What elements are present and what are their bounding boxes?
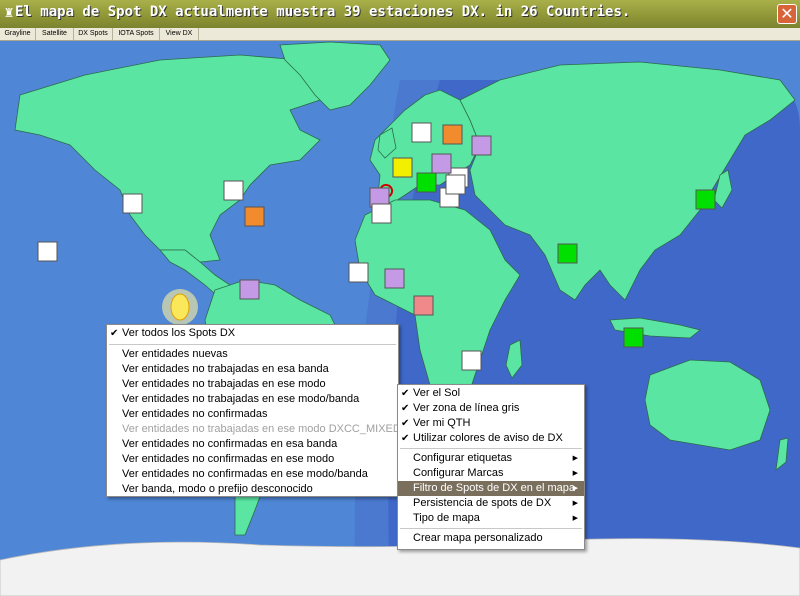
dx-spot-marker[interactable] (623, 327, 644, 348)
menu-item-no-confirmadas[interactable]: Ver entidades no confirmadas (107, 407, 398, 422)
submenu-arrow-icon: ▶ (572, 455, 578, 462)
dx-spot-filter-menu: ✔ Ver todos los Spots DX Ver entidades n… (106, 324, 401, 497)
dx-spot-marker[interactable] (557, 243, 578, 264)
menu-item-no-trabajadas-banda[interactable]: Ver entidades no trabajadas en esa banda (107, 362, 398, 377)
dx-spot-marker[interactable] (695, 189, 716, 210)
dx-spot-marker[interactable] (384, 268, 405, 289)
menu-item-entidades-nuevas[interactable]: Ver entidades nuevas (107, 347, 398, 362)
window-title: El mapa de Spot DX actualmente muestra 3… (15, 4, 631, 20)
menu-separator (400, 528, 582, 529)
dx-spot-marker[interactable] (37, 241, 58, 262)
menu-item-no-trabajadas-modo-banda[interactable]: Ver entidades no trabajadas en ese modo/… (107, 392, 398, 407)
menu-item-colores-aviso[interactable]: ✔ Utilizar colores de aviso de DX (398, 431, 584, 446)
menu-item-configurar-etiquetas[interactable]: Configurar etiquetas ▶ (398, 451, 584, 466)
dx-spot-marker[interactable] (461, 350, 482, 371)
map-context-menu: ✔ Ver el Sol ✔ Ver zona de línea gris ✔ … (397, 384, 585, 550)
dx-spot-marker[interactable] (392, 157, 413, 178)
menu-item-tipo-mapa[interactable]: Tipo de mapa ▶ (398, 511, 584, 526)
submenu-arrow-icon: ▶ (572, 470, 578, 477)
menu-item-no-confirmadas-banda[interactable]: Ver entidades no confirmadas en esa band… (107, 437, 398, 452)
dx-spot-marker[interactable] (442, 124, 463, 145)
dx-spot-marker[interactable] (348, 262, 369, 283)
dx-spot-marker[interactable] (471, 135, 492, 156)
dx-spot-marker[interactable] (445, 174, 466, 195)
menu-item-ver-qth[interactable]: ✔ Ver mi QTH (398, 416, 584, 431)
dx-spot-marker[interactable] (413, 295, 434, 316)
dx-spot-marker[interactable] (239, 279, 260, 300)
menu-item-zona-linea-gris[interactable]: ✔ Ver zona de línea gris (398, 401, 584, 416)
dx-spot-marker[interactable] (411, 122, 432, 143)
tab-satellite[interactable]: Satellite (36, 28, 74, 40)
dx-spot-marker[interactable] (122, 193, 143, 214)
menu-item-crear-mapa[interactable]: Crear mapa personalizado (398, 531, 584, 546)
menu-separator (109, 344, 396, 345)
check-icon: ✔ (401, 403, 410, 414)
tab-view-dx[interactable]: View DX (160, 28, 199, 40)
menu-item-configurar-marcas[interactable]: Configurar Marcas ▶ (398, 466, 584, 481)
title-bar: ♜ El mapa de Spot DX actualmente muestra… (0, 0, 800, 29)
dx-spot-marker[interactable] (416, 172, 437, 193)
dx-spot-marker[interactable] (244, 206, 265, 227)
dx-spot-marker[interactable] (223, 180, 244, 201)
menu-item-persistencia[interactable]: Persistencia de spots de DX ▶ (398, 496, 584, 511)
menu-item-no-trabajadas-modo[interactable]: Ver entidades no trabajadas en ese modo (107, 377, 398, 392)
submenu-arrow-icon: ▶ (572, 485, 578, 492)
tab-grayline[interactable]: Grayline (0, 28, 36, 40)
tab-dx-spots[interactable]: DX Spots (74, 28, 113, 40)
check-icon: ✔ (401, 433, 410, 444)
dx-spot-marker[interactable] (371, 203, 392, 224)
menu-separator (400, 448, 582, 449)
dx-spot-marker[interactable] (431, 153, 452, 174)
menu-item-ver-todos[interactable]: ✔ Ver todos los Spots DX (107, 326, 398, 341)
menu-item-no-confirmadas-modo[interactable]: Ver entidades no confirmadas en ese modo (107, 452, 398, 467)
sun-icon (162, 289, 198, 325)
check-icon: ✔ (110, 328, 119, 339)
menu-item-dxcc-mixed: Ver entidades no trabajadas en ese modo … (122, 423, 401, 435)
submenu-arrow-icon: ▶ (572, 515, 578, 522)
tab-bar: Grayline Satellite DX Spots IOTA Spots V… (0, 28, 800, 41)
close-button[interactable]: ✕ (777, 4, 797, 24)
menu-item-filtro-spots[interactable]: Filtro de Spots de DX en el mapa ▶ (398, 481, 584, 496)
tab-iota-spots[interactable]: IOTA Spots (113, 28, 160, 40)
menu-item-no-confirmadas-modo-banda[interactable]: Ver entidades no confirmadas en ese modo… (107, 467, 398, 482)
app-icon: ♜ (3, 6, 15, 20)
menu-item-desconocido[interactable]: Ver banda, modo o prefijo desconocido (107, 482, 398, 497)
check-icon: ✔ (401, 388, 410, 399)
submenu-arrow-icon: ▶ (572, 500, 578, 507)
menu-item-ver-sol[interactable]: ✔ Ver el Sol (398, 386, 584, 401)
check-icon: ✔ (401, 418, 410, 429)
